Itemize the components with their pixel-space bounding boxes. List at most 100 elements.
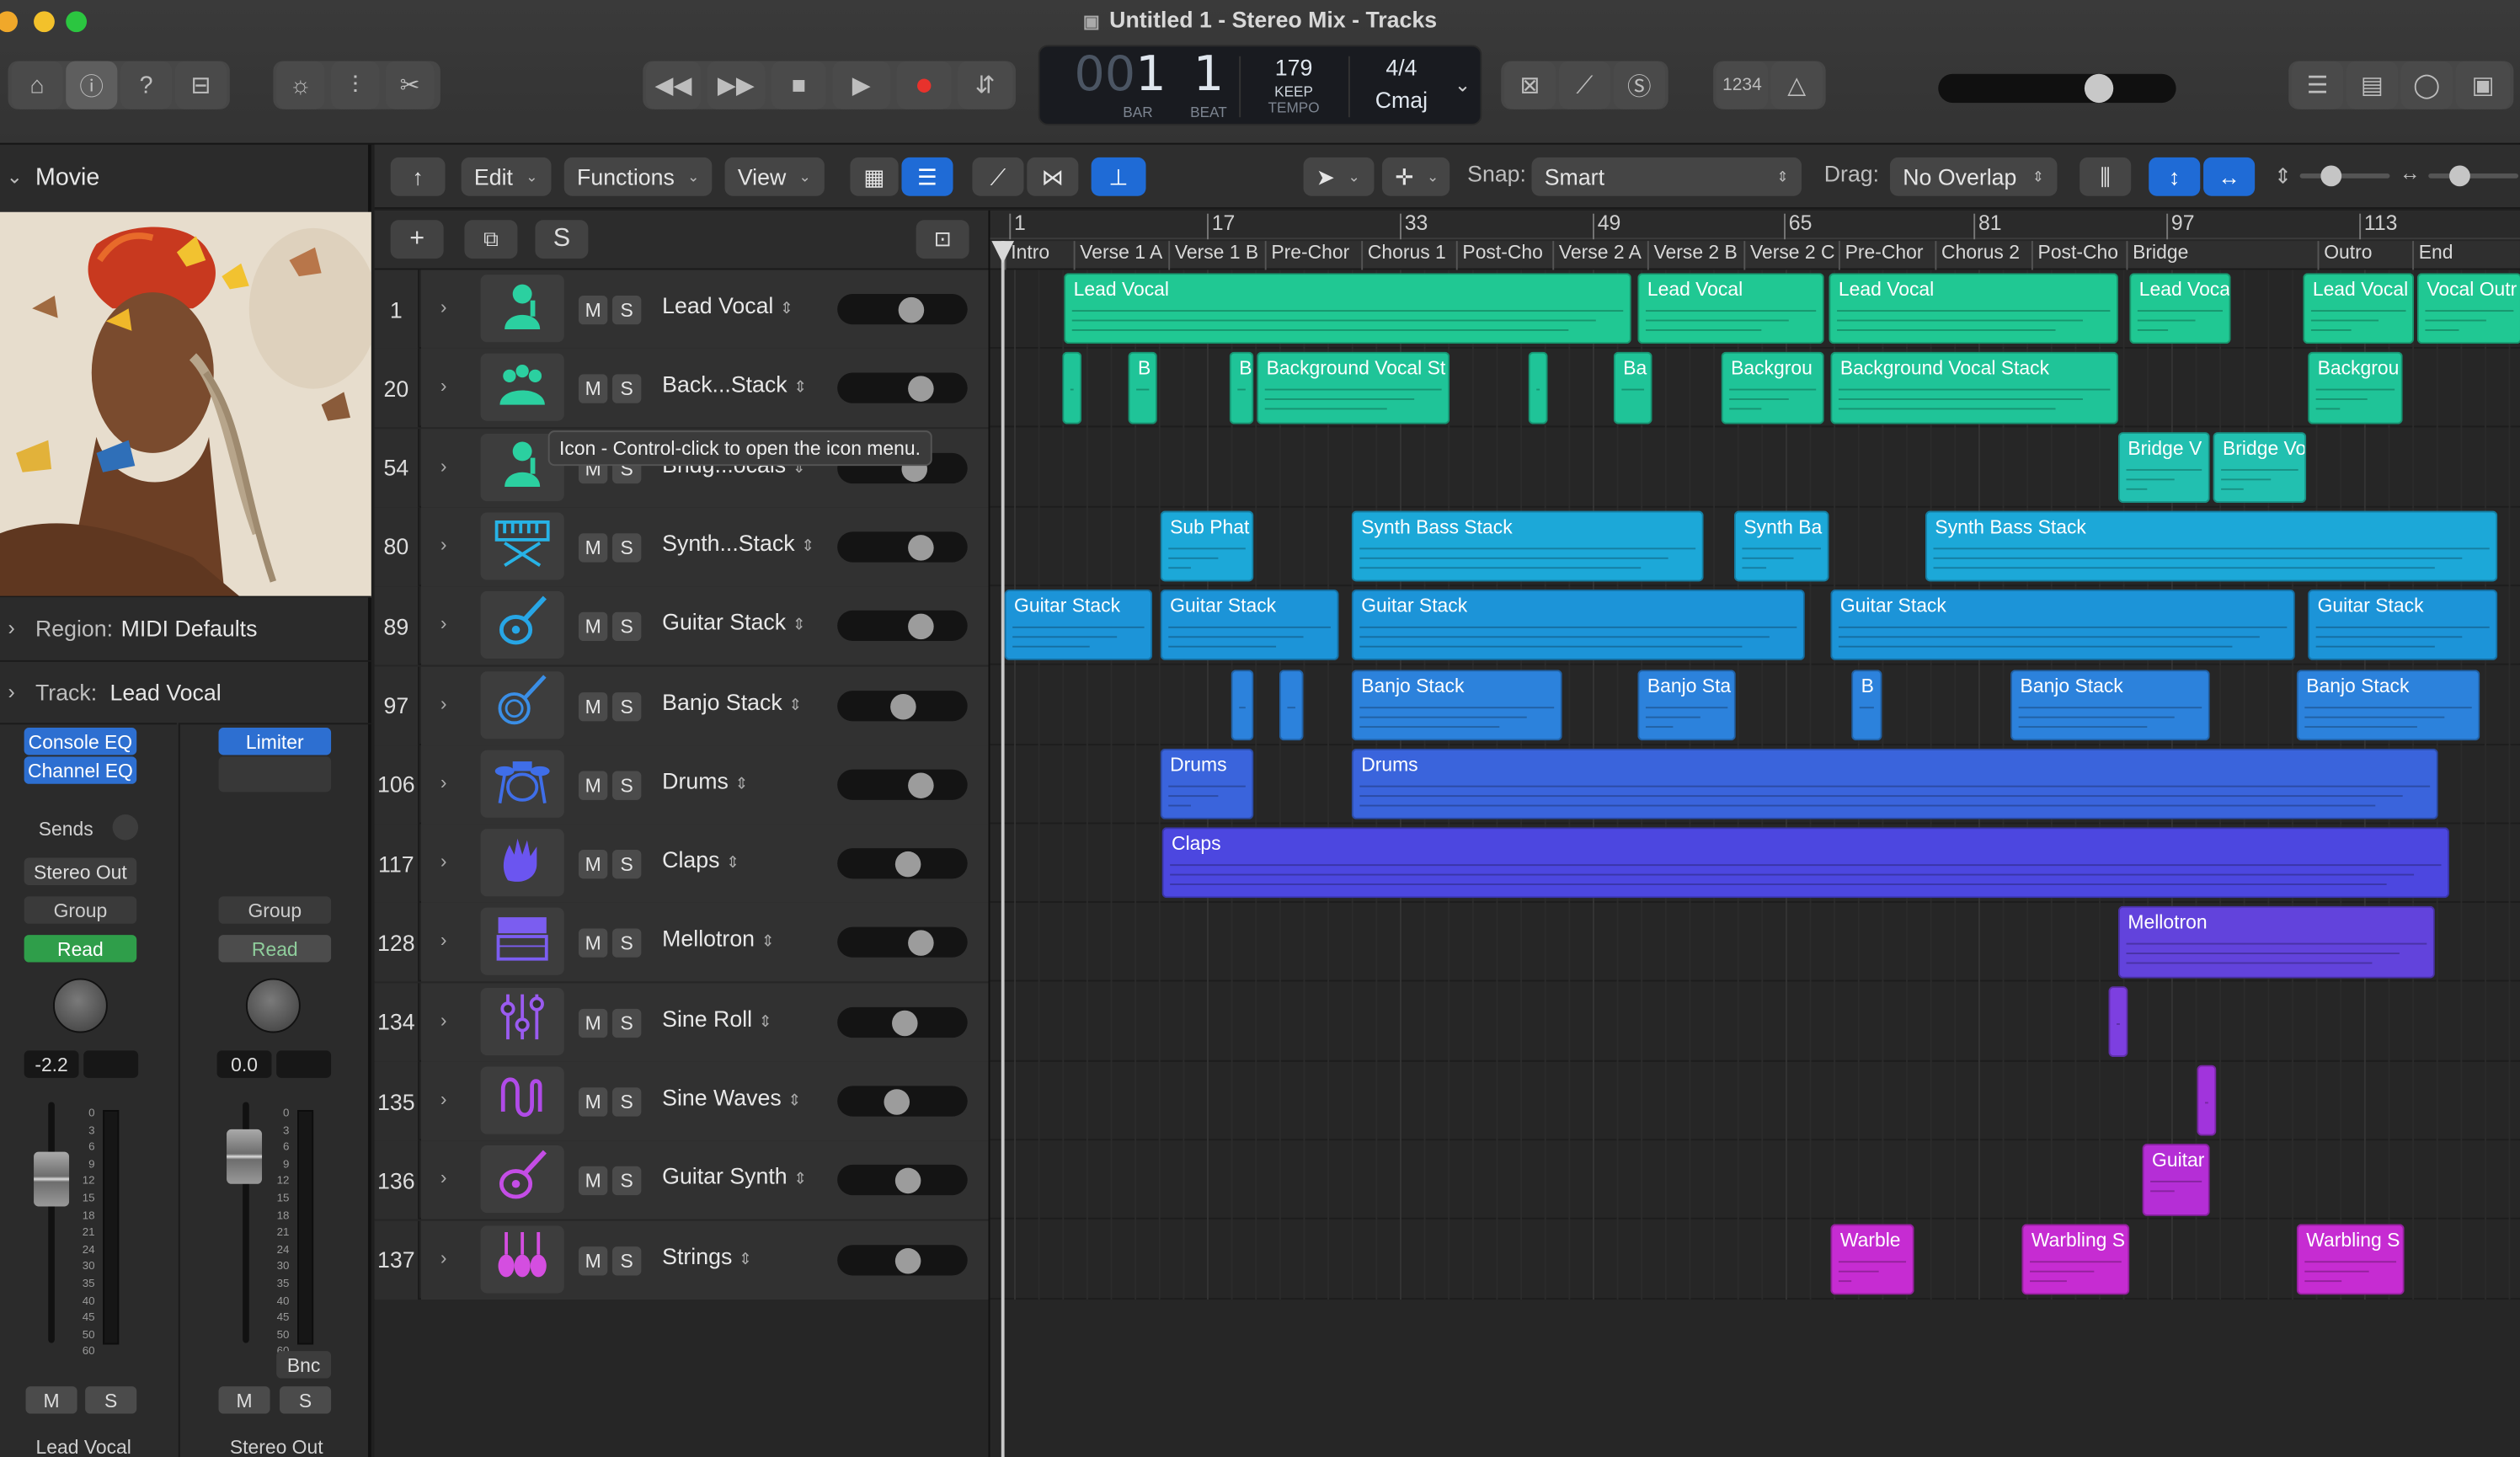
disclosure-chevron-icon[interactable]: › — [440, 771, 447, 793]
track-mute-button[interactable]: M — [578, 929, 608, 958]
track-header-body[interactable]: › M S Mellotron ⇕ — [420, 903, 989, 983]
edit-menu[interactable]: Edit ⌄ — [461, 157, 551, 196]
master-volume-knob[interactable] — [2084, 73, 2114, 104]
track-mute-button[interactable]: M — [578, 612, 608, 642]
automation-mode[interactable]: Read — [24, 935, 137, 963]
up-level-button[interactable]: ↑ — [390, 157, 446, 196]
track-header-body[interactable]: › M S Back...Stack ⇕ — [420, 349, 989, 428]
list-view-button[interactable]: ☰ — [901, 157, 953, 196]
solo-button[interactable]: S — [280, 1386, 332, 1414]
track-volume-knob[interactable] — [891, 1010, 918, 1036]
marker[interactable]: Verse 2 A — [1552, 241, 1647, 270]
track-folder-button[interactable]: ⊡ — [916, 220, 969, 259]
track-icon[interactable] — [480, 908, 564, 976]
track-name[interactable]: Back...Stack ⇕ — [662, 371, 807, 398]
region[interactable]: Warbling S — [2021, 1223, 2130, 1295]
horizontal-autozoom-button[interactable]: ↔ — [2203, 157, 2256, 196]
marker[interactable]: Chorus 2 — [1935, 241, 2031, 270]
disclosure-chevron-icon[interactable]: › — [440, 612, 447, 635]
disclosure-chevron-icon[interactable]: › — [440, 375, 447, 398]
track-header[interactable]: 89 › M S Guitar Stack ⇕ — [374, 586, 989, 666]
track-icon[interactable] — [480, 1225, 564, 1293]
marker[interactable]: Post-Cho — [2031, 241, 2127, 270]
region[interactable]: Ba — [1613, 352, 1652, 424]
track-name[interactable]: Guitar Stack ⇕ — [662, 609, 806, 635]
disclosure-chevron-icon[interactable]: › — [440, 691, 447, 714]
marker[interactable]: End — [2412, 241, 2520, 270]
track-volume-slider[interactable] — [837, 373, 968, 404]
track-solo-button[interactable]: S — [612, 1246, 642, 1275]
track-mute-button[interactable]: M — [578, 850, 608, 879]
send-knob[interactable] — [112, 814, 139, 841]
fast-forward-button[interactable]: ▶▶ — [707, 61, 766, 109]
track-volume-knob[interactable] — [894, 1168, 921, 1194]
track-header[interactable]: 106 › M S Drums ⇕ — [374, 745, 989, 825]
track-volume-knob[interactable] — [898, 296, 924, 323]
pan-knob[interactable] — [245, 978, 301, 1033]
track-lane[interactable] — [990, 1220, 2520, 1300]
marker[interactable]: Pre-Chor — [1838, 241, 1935, 270]
secondary-tool-menu[interactable]: ✛ ⌄ — [1382, 157, 1450, 196]
track-solo-button[interactable]: S — [612, 771, 642, 800]
track-mute-button[interactable]: M — [578, 374, 608, 404]
catch-playhead-button[interactable]: ⊥ — [1091, 157, 1146, 196]
inspector-button[interactable]: ⓘ — [66, 61, 118, 109]
cycle-button[interactable]: ⇵ — [958, 61, 1013, 109]
marker-track[interactable]: Intro Verse 1 A Verse 1 B Pre-Chor Chorus 1P… — [990, 241, 2520, 270]
region[interactable]: Backgrou — [1721, 352, 1824, 424]
loop-browser-button[interactable]: ◯ — [2400, 61, 2453, 109]
track-solo-button[interactable]: S — [612, 1166, 642, 1196]
disclosure-chevron-icon[interactable]: › — [440, 850, 447, 873]
track-volume-knob[interactable] — [894, 1247, 921, 1273]
track-mute-button[interactable]: M — [578, 533, 608, 563]
region[interactable]: Drums — [1160, 748, 1254, 819]
marker[interactable]: Post-Cho — [1455, 241, 1552, 270]
marker[interactable]: Verse 1 A — [1073, 241, 1169, 270]
track-icon[interactable] — [480, 670, 564, 739]
arrange-area[interactable]: 1 17 33 49 65 81 97 113 Intro Verse 1 A Verse 1 B… — [988, 210, 2520, 1457]
region[interactable]: Banjo Sta — [1637, 669, 1736, 740]
count-in-button[interactable]: 1234 — [1716, 61, 1768, 109]
track-name[interactable]: Mellotron ⇕ — [662, 926, 775, 952]
track-name[interactable]: Lead Vocal ⇕ — [662, 292, 793, 318]
track-header-body[interactable]: › M S Lead Vocal ⇕ — [420, 270, 989, 349]
track-icon[interactable] — [480, 1066, 564, 1134]
region[interactable] — [1528, 352, 1548, 424]
track-header[interactable]: 20 › M S Back...Stack ⇕ — [374, 349, 989, 428]
region[interactable]: Guitar Stack — [1160, 590, 1339, 661]
region[interactable]: Lead Vocal — [1637, 273, 1824, 344]
track-icon[interactable] — [480, 750, 564, 818]
marker[interactable]: Outro — [2317, 241, 2413, 270]
marker[interactable]: Verse 1 B — [1168, 241, 1264, 270]
note-pads-button[interactable]: ▤ — [2346, 61, 2398, 109]
disclosure-chevron-icon[interactable]: › — [440, 929, 447, 952]
region[interactable]: Bridge Vo — [2213, 431, 2307, 503]
output-slot[interactable]: Stereo Out — [24, 857, 137, 885]
track-header-body[interactable]: › M S Drums ⇕ — [420, 745, 989, 825]
marker[interactable]: Verse 2 C — [1743, 241, 1839, 270]
track-mute-button[interactable]: M — [578, 1246, 608, 1275]
region[interactable]: Lead Vocal — [1064, 273, 1631, 344]
region[interactable]: Lead Vocal — [1829, 273, 2118, 344]
horizontal-zoom-slider[interactable] — [2428, 173, 2519, 179]
marker[interactable]: Verse 2 B — [1647, 241, 1743, 270]
region[interactable]: Lead Voca — [2129, 273, 2231, 344]
list-editors-button[interactable]: ☰ — [2292, 61, 2344, 109]
track-name[interactable]: Sine Waves ⇕ — [662, 1084, 801, 1110]
marker[interactable]: Bridge — [2126, 241, 2317, 270]
track-name[interactable]: Claps ⇕ — [662, 846, 739, 873]
region[interactable] — [1231, 669, 1254, 740]
disclosure-chevron-icon[interactable]: › — [440, 1008, 447, 1031]
track-solo-button[interactable]: S — [612, 533, 642, 563]
playhead[interactable] — [1001, 241, 1005, 1457]
disclosure-chevron-icon[interactable]: › — [440, 1166, 447, 1189]
vertical-zoom-knob[interactable] — [2320, 165, 2342, 187]
region[interactable]: Guitar Stack — [2308, 590, 2498, 661]
plugin-slot-console-eq[interactable]: Console EQ — [24, 728, 137, 755]
horizontal-zoom-knob[interactable] — [2449, 165, 2470, 187]
track-header[interactable]: 134 › M S Sine Roll ⇕ — [374, 982, 989, 1062]
group-slot[interactable]: Group — [218, 896, 332, 924]
track-mute-button[interactable]: M — [578, 771, 608, 800]
track-header-body[interactable]: › M S Banjo Stack ⇕ — [420, 665, 989, 745]
mute-button[interactable]: M — [25, 1386, 77, 1414]
